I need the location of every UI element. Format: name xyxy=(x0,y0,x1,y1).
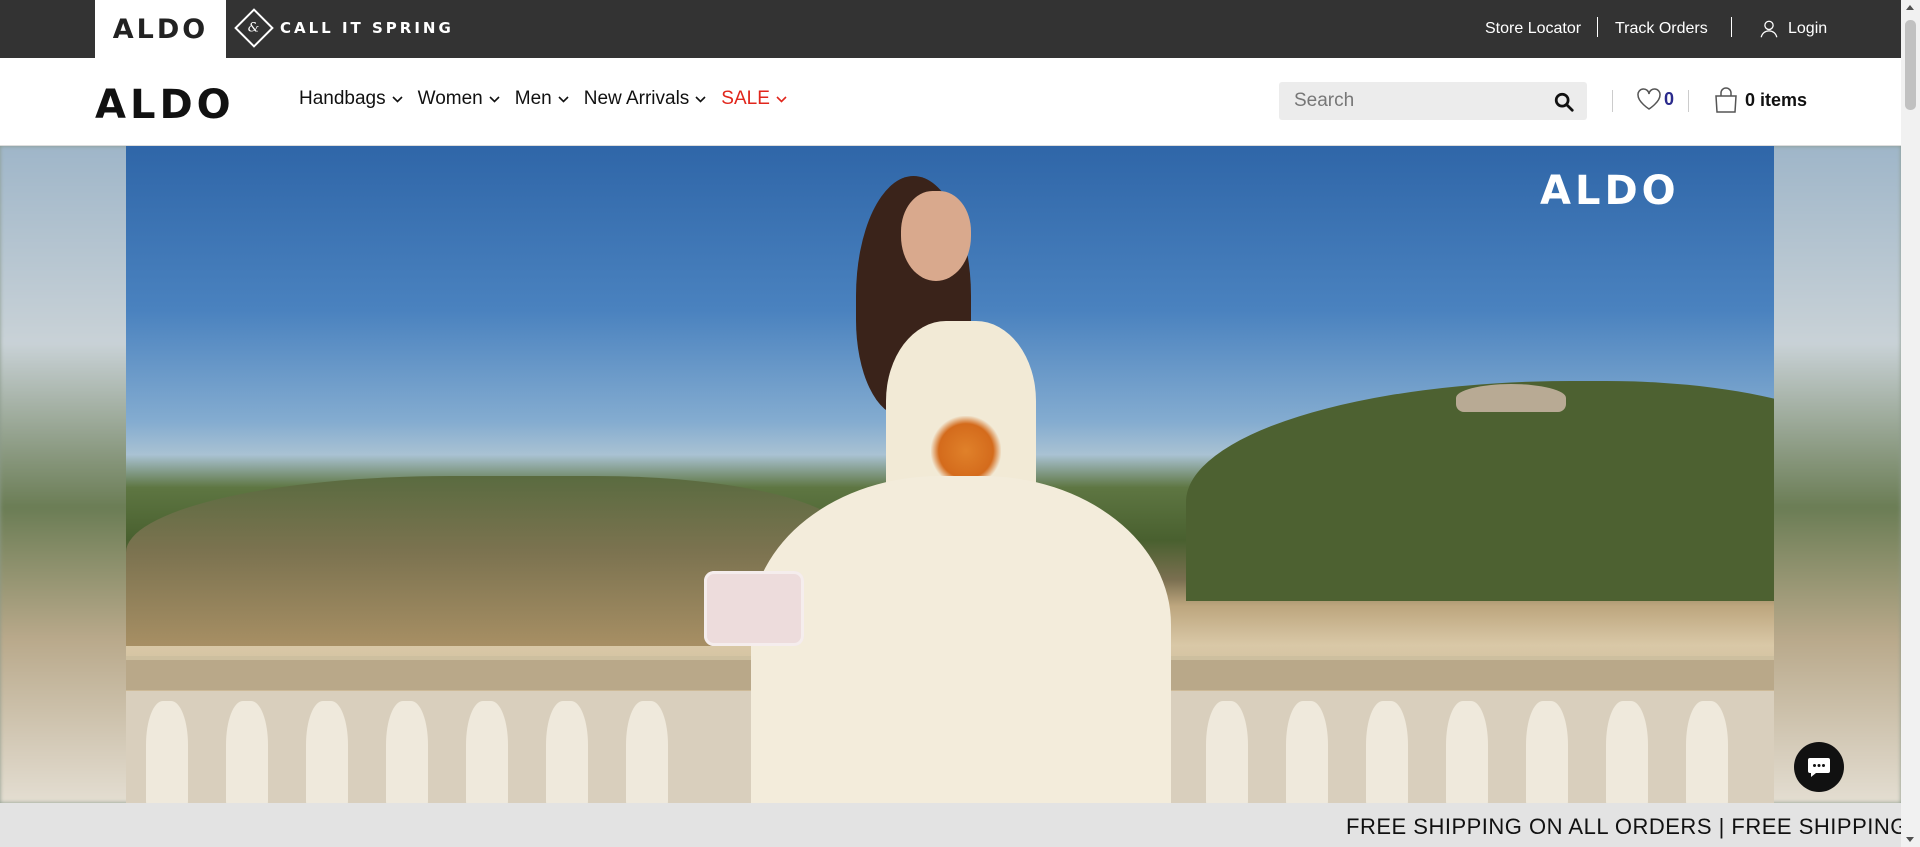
brand-tab-logo: ALDO xyxy=(112,13,209,45)
store-locator-label[interactable]: Store Locator xyxy=(1485,20,1581,38)
menu-item-label: New Arrivals xyxy=(583,88,690,109)
main-header: ALDO Handbags Women Men New Arrivals SAL… xyxy=(0,58,1901,146)
chat-button[interactable] xyxy=(1794,742,1844,792)
page-scrollbar[interactable] xyxy=(1901,0,1920,847)
divider xyxy=(1731,17,1732,37)
chevron-down-icon xyxy=(776,95,787,103)
chevron-down-icon xyxy=(558,95,569,103)
hero-hill-structure xyxy=(1456,384,1566,412)
hero-baluster xyxy=(306,701,348,803)
wishlist-count: 0 xyxy=(1664,88,1675,109)
search-icon[interactable] xyxy=(1553,91,1575,113)
site-logo[interactable]: ALDO xyxy=(95,82,235,128)
menu-item-label: SALE xyxy=(721,88,770,109)
hero-baluster xyxy=(1686,701,1728,803)
cart-count: 0 items xyxy=(1745,89,1808,110)
call-it-spring-logo-icon: & xyxy=(234,8,274,48)
user-icon xyxy=(1760,20,1778,38)
hero-handbag xyxy=(704,571,804,646)
track-orders-label[interactable]: Track Orders xyxy=(1615,20,1708,38)
hero-baluster xyxy=(1526,701,1568,803)
scrollbar-thumb[interactable] xyxy=(1905,20,1916,110)
chevron-down-icon xyxy=(489,95,500,103)
shopping-bag-icon xyxy=(1715,87,1737,113)
menu-item-new-arrivals[interactable]: New Arrivals xyxy=(584,88,707,110)
brand-tab-aldo[interactable]: ALDO xyxy=(95,0,226,58)
menu-item-sale[interactable]: SALE xyxy=(721,88,787,110)
track-orders-link[interactable]: Track Orders xyxy=(1615,0,1708,58)
call-it-spring-label: CALL IT SPRING xyxy=(280,19,454,37)
main-menu: Handbags Women Men New Arrivals SALE xyxy=(299,88,802,110)
hero-baluster xyxy=(626,701,668,803)
brand-tab-call-it-spring[interactable]: & CALL IT SPRING xyxy=(234,8,454,48)
hero-logo: ALDO xyxy=(1540,168,1680,214)
chat-icon xyxy=(1808,758,1830,777)
hero-baluster xyxy=(386,701,428,803)
hero-model-dress xyxy=(751,476,1171,803)
hero-baluster xyxy=(226,701,268,803)
divider xyxy=(1597,17,1598,37)
hero-image: ALDO xyxy=(126,146,1774,803)
chevron-down-icon xyxy=(392,95,403,103)
hero-baluster xyxy=(1286,701,1328,803)
divider xyxy=(1688,90,1689,112)
menu-item-men[interactable]: Men xyxy=(515,88,569,110)
menu-item-label: Women xyxy=(417,88,483,109)
search-box xyxy=(1279,82,1587,120)
top-utility-bar: ALDO & CALL IT SPRING Store Locator Trac… xyxy=(0,0,1901,58)
login-link[interactable]: Login xyxy=(1758,0,1827,58)
store-locator-link[interactable]: Store Locator xyxy=(1485,0,1581,58)
hero-baluster xyxy=(1206,701,1248,803)
hero-hill xyxy=(1186,381,1774,601)
login-label[interactable]: Login xyxy=(1788,20,1827,38)
hero-baluster xyxy=(1606,701,1648,803)
divider xyxy=(1612,90,1613,112)
hero-model-face xyxy=(901,191,971,281)
search-input[interactable] xyxy=(1279,82,1529,120)
menu-item-label: Handbags xyxy=(299,88,386,109)
menu-item-handbags[interactable]: Handbags xyxy=(299,88,403,110)
cart-button[interactable]: 0 items xyxy=(1713,86,1807,114)
menu-item-label: Men xyxy=(514,88,552,109)
hero-baluster xyxy=(1366,701,1408,803)
heart-icon xyxy=(1637,88,1661,110)
wishlist-button[interactable]: 0 xyxy=(1636,87,1674,111)
shipping-ticker: FREE SHIPPING ON ALL ORDERS | FREE SHIPP… xyxy=(0,803,1901,847)
chevron-down-icon xyxy=(695,95,706,103)
hero-baluster xyxy=(546,701,588,803)
ticker-text: FREE SHIPPING ON ALL ORDERS | FREE SHIPP… xyxy=(1346,814,1901,839)
menu-item-women[interactable]: Women xyxy=(418,88,500,110)
scroll-up-icon[interactable] xyxy=(1906,5,1914,10)
hero-baluster xyxy=(466,701,508,803)
scroll-down-icon[interactable] xyxy=(1906,837,1914,842)
hero-baluster xyxy=(1446,701,1488,803)
hero-banner[interactable]: ALDO xyxy=(0,146,1901,803)
hero-baluster xyxy=(146,701,188,803)
